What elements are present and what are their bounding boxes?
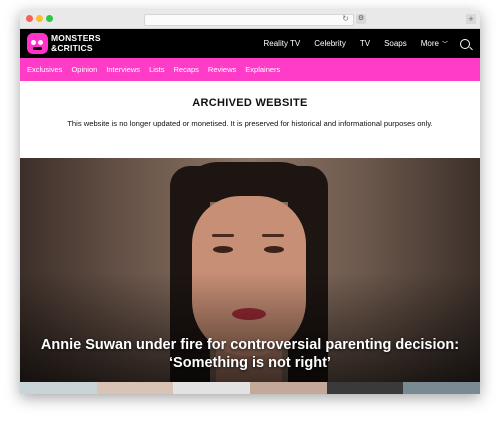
hero-article[interactable]: Annie Suwan under fire for controversial…	[20, 158, 480, 382]
thumbnail-3[interactable]	[173, 382, 251, 394]
shield-icon[interactable]: ⚙	[356, 14, 366, 24]
address-bar[interactable]: ↻	[144, 14, 354, 26]
close-window-button[interactable]	[26, 15, 33, 22]
monster-logo-icon	[27, 33, 48, 54]
reload-icon[interactable]: ↻	[342, 14, 349, 24]
logo-wordmark: MONSTERS &CRITICS	[51, 33, 101, 53]
browser-window: ↻ ⚙ + MONSTERS &CRITICS Reality TV Celeb…	[20, 10, 480, 394]
subnav-item-explainers[interactable]: Explainers	[245, 65, 280, 74]
thumbnail-6[interactable]	[403, 382, 480, 394]
main-nav: Reality TV Celebrity TV Soaps More ﹀	[263, 29, 480, 58]
search-icon[interactable]	[460, 38, 470, 49]
thumbnail-4[interactable]	[250, 382, 327, 394]
thumbnail-1[interactable]	[20, 382, 97, 394]
archived-notice: ARCHIVED WEBSITE This website is no long…	[20, 81, 480, 159]
hero-headline[interactable]: Annie Suwan under fire for controversial…	[20, 336, 480, 372]
nav-more-label: More	[420, 39, 439, 48]
subnav-item-lists[interactable]: Lists	[149, 65, 164, 74]
archived-text: This website is no longer updated or mon…	[67, 119, 433, 128]
nav-item-celebrity[interactable]: Celebrity	[314, 39, 346, 48]
minimize-window-button[interactable]	[36, 15, 43, 22]
subnav-item-interviews[interactable]: Interviews	[106, 65, 140, 74]
thumbnail-2[interactable]	[96, 382, 174, 394]
site-header: MONSTERS &CRITICS Reality TV Celebrity T…	[20, 29, 480, 58]
logo-line-2: &CRITICS	[51, 42, 93, 53]
archived-title: ARCHIVED WEBSITE	[192, 97, 308, 109]
plus-icon[interactable]: +	[466, 14, 476, 24]
subnav-item-recaps[interactable]: Recaps	[173, 65, 198, 74]
browser-toolbar: ↻ ⚙ +	[20, 10, 480, 29]
site-logo[interactable]: MONSTERS &CRITICS	[27, 33, 115, 54]
hero-headline-line-1: Annie Suwan under fire for controversial…	[40, 337, 460, 353]
article-thumbnails	[20, 382, 480, 394]
nav-item-soaps[interactable]: Soaps	[384, 39, 407, 48]
subnav-item-exclusives[interactable]: Exclusives	[27, 65, 62, 74]
hero-headline-line-2: ‘Something is not right’	[169, 355, 331, 371]
chevron-down-icon: ﹀	[441, 42, 448, 48]
category-nav: Exclusives Opinion Interviews Lists Reca…	[20, 58, 480, 81]
nav-item-tv[interactable]: TV	[360, 39, 370, 48]
maximize-window-button[interactable]	[46, 15, 53, 22]
nav-item-more[interactable]: More ﹀	[421, 39, 448, 48]
subnav-item-reviews[interactable]: Reviews	[208, 65, 236, 74]
thumbnail-5[interactable]	[326, 382, 404, 394]
subnav-item-opinion[interactable]: Opinion	[71, 65, 97, 74]
nav-item-reality-tv[interactable]: Reality TV	[263, 39, 300, 48]
